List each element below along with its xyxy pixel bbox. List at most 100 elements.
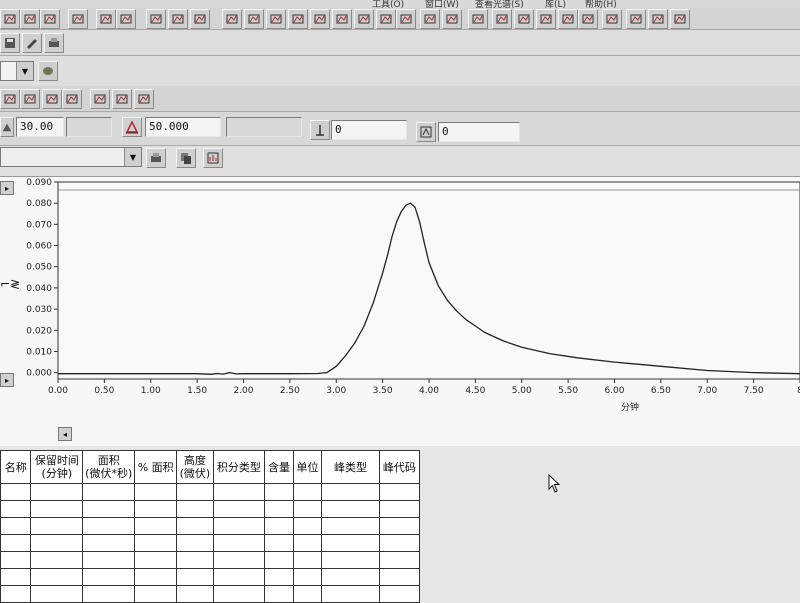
table-cell[interactable] — [30, 483, 84, 501]
table-cell[interactable] — [0, 517, 32, 535]
table-cell[interactable] — [321, 585, 380, 603]
table-cell[interactable] — [176, 517, 214, 535]
table-cell[interactable] — [212, 585, 266, 603]
print-icon[interactable] — [40, 9, 60, 29]
table-cell[interactable] — [134, 551, 178, 569]
min-area-field[interactable]: 0 — [438, 122, 520, 142]
col-amount[interactable]: 含量 — [264, 450, 294, 484]
table-cell[interactable] — [0, 483, 32, 501]
menu-view-spectrum[interactable]: 查看光谱(S) — [475, 0, 524, 8]
save-icon[interactable] — [266, 9, 286, 29]
col-name[interactable]: 名称 — [0, 450, 32, 484]
menu-tools[interactable]: 工具(O) — [372, 0, 404, 8]
table-cell[interactable] — [212, 517, 266, 535]
table-row[interactable] — [0, 483, 421, 501]
zoom-icon[interactable] — [354, 9, 374, 29]
start-time-field[interactable]: 30.00 — [16, 117, 64, 137]
table-cell[interactable] — [82, 500, 136, 518]
edit-icon[interactable] — [22, 33, 42, 53]
menu-help[interactable]: 帮助(H) — [585, 0, 617, 8]
table-cell[interactable] — [292, 534, 323, 552]
copy-icon[interactable] — [96, 9, 116, 29]
table-cell[interactable] — [378, 585, 421, 603]
min-area-icon[interactable] — [416, 122, 436, 142]
table-cell[interactable] — [264, 568, 294, 586]
table-cell[interactable] — [212, 551, 266, 569]
chevron-right-icon[interactable]: ▸ — [0, 181, 14, 195]
table-row[interactable] — [0, 551, 421, 569]
table-cell[interactable] — [0, 534, 32, 552]
save-icon[interactable] — [492, 9, 512, 29]
col-retention-time[interactable]: 保留时间 (分钟) — [30, 450, 84, 484]
print-icon[interactable] — [44, 33, 64, 53]
chevron-right-icon[interactable]: ▸ — [0, 373, 14, 387]
table-cell[interactable] — [264, 551, 294, 569]
chart-icon[interactable] — [602, 9, 622, 29]
blank-field-2[interactable] — [226, 117, 302, 137]
table-cell[interactable] — [378, 568, 421, 586]
table-cell[interactable] — [292, 483, 323, 501]
peak-icon[interactable] — [168, 9, 188, 29]
table-cell[interactable] — [378, 517, 421, 535]
grid-icon[interactable] — [442, 9, 462, 29]
report-icon[interactable] — [203, 148, 223, 168]
table-cell[interactable] — [321, 568, 380, 586]
chevron-down-icon[interactable]: ▼ — [16, 62, 33, 80]
threshold-field[interactable]: 50.000 — [145, 117, 221, 137]
col-peak-code[interactable]: 峰代码 — [378, 450, 421, 484]
table-cell[interactable] — [264, 517, 294, 535]
min-height-field[interactable]: 0 — [331, 120, 407, 140]
table-cell[interactable] — [212, 483, 266, 501]
table-row[interactable] — [0, 500, 421, 518]
blank-field-1[interactable] — [66, 117, 112, 137]
table-cell[interactable] — [292, 585, 323, 603]
table-cell[interactable] — [378, 534, 421, 552]
print-icon[interactable] — [288, 9, 308, 29]
col-units[interactable]: 单位 — [292, 450, 323, 484]
table-cell[interactable] — [292, 568, 323, 586]
table-row[interactable] — [0, 517, 421, 535]
grid-icon[interactable] — [222, 9, 242, 29]
table-cell[interactable] — [176, 534, 214, 552]
cut-icon[interactable] — [62, 89, 82, 109]
table-cell[interactable] — [321, 517, 380, 535]
zoom-icon[interactable] — [112, 89, 132, 109]
table-cell[interactable] — [82, 551, 136, 569]
table-cell[interactable] — [134, 534, 178, 552]
min-height-icon[interactable] — [310, 120, 330, 140]
col-peak-type[interactable]: 峰类型 — [321, 450, 380, 484]
print-icon[interactable] — [514, 9, 534, 29]
table-cell[interactable] — [212, 568, 266, 586]
table-cell[interactable] — [264, 534, 294, 552]
table-cell[interactable] — [264, 500, 294, 518]
table-cell[interactable] — [30, 517, 84, 535]
save-icon[interactable] — [20, 89, 40, 109]
table-cell[interactable] — [321, 551, 380, 569]
table-cell[interactable] — [378, 551, 421, 569]
table-cell[interactable] — [30, 568, 84, 586]
peak-icon[interactable] — [396, 9, 416, 29]
table-cell[interactable] — [82, 585, 136, 603]
table-cell[interactable] — [30, 551, 84, 569]
table-cell[interactable] — [30, 585, 84, 603]
wave-icon[interactable] — [420, 9, 440, 29]
y-scale-icon[interactable]: ⌐≷ — [0, 277, 20, 297]
threshold-icon[interactable] — [122, 117, 142, 137]
table-cell[interactable] — [82, 568, 136, 586]
menu-window[interactable]: 窗口(W) — [425, 0, 459, 8]
chevron-left-icon[interactable]: ◂ — [58, 427, 72, 441]
table-cell[interactable] — [0, 568, 32, 586]
open-icon[interactable] — [244, 9, 264, 29]
table-cell[interactable] — [321, 483, 380, 501]
open-icon[interactable] — [0, 9, 20, 29]
table-cell[interactable] — [321, 534, 380, 552]
wave-icon[interactable] — [190, 9, 210, 29]
table-cell[interactable] — [212, 500, 266, 518]
col-percent-area[interactable]: % 面积 — [134, 450, 178, 484]
table-cell[interactable] — [321, 500, 380, 518]
save-icon[interactable] — [20, 9, 40, 29]
table-cell[interactable] — [0, 500, 32, 518]
table-cell[interactable] — [0, 551, 32, 569]
table-row[interactable] — [0, 568, 421, 586]
print-icon[interactable] — [42, 89, 62, 109]
